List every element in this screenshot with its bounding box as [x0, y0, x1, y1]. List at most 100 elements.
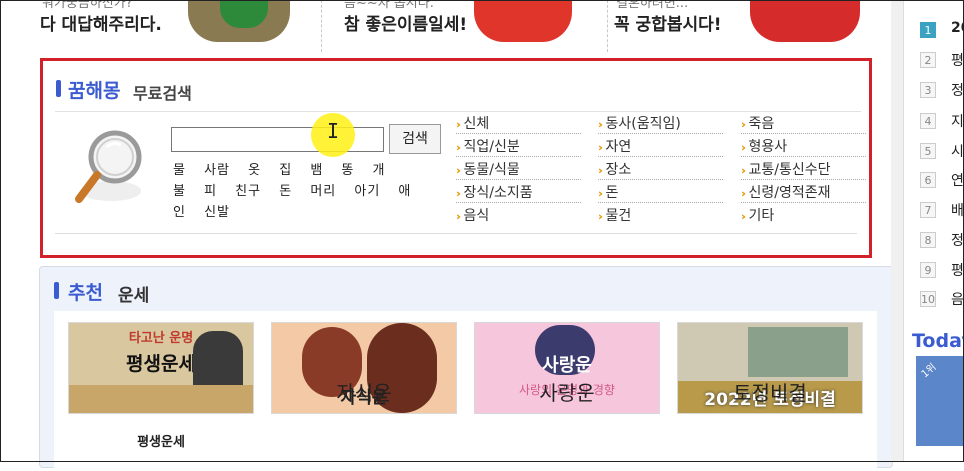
category-link[interactable]: ›› 돈	[598, 182, 723, 203]
category-link[interactable]: ›› 동사(움직임)	[598, 113, 723, 134]
rank-number: 4	[920, 113, 936, 129]
rank-item[interactable]: 정	[951, 80, 964, 100]
category-link[interactable]: ›› 동물/식물	[456, 159, 581, 180]
fortune-label[interactable]: 사랑운	[474, 377, 660, 406]
category-label: 죽음	[748, 116, 775, 132]
text-cursor-icon: I	[327, 119, 340, 143]
search-button[interactable]: 검색	[389, 124, 441, 154]
banner-illustration	[474, 0, 572, 42]
rank-number: 1	[920, 22, 936, 38]
today-heading: Today	[912, 330, 964, 352]
banner-line2: 꼭 궁합봅시다!	[614, 15, 722, 35]
category-link[interactable]: ›› 형용사	[741, 136, 866, 157]
search-title: 꿈해몽	[68, 80, 121, 102]
category-link[interactable]: ›› 장소	[598, 159, 723, 180]
fortune-label[interactable]: 자식운	[271, 377, 457, 406]
arrow-icon: ››	[598, 187, 603, 200]
rank-badge: 1위	[919, 361, 939, 381]
rank-number: 2	[920, 52, 936, 68]
category-link[interactable]: ›› 물건	[598, 205, 723, 226]
arrow-icon: ››	[741, 164, 746, 177]
rank-number: 3	[920, 82, 936, 98]
arrow-icon: ››	[598, 210, 603, 223]
section-marker	[56, 80, 61, 97]
category-link[interactable]: ›› 신체	[456, 113, 581, 134]
banner-line2: 다 대답해주리다.	[40, 15, 162, 35]
arrow-icon: ››	[741, 118, 746, 131]
category-label: 장소	[605, 162, 632, 178]
category-label: 동사(움직임)	[605, 116, 681, 132]
rank-item[interactable]: 연	[951, 170, 964, 190]
keyword-line[interactable]: 불 피 친구 돈 머리 아기 애	[173, 180, 411, 199]
bamboo-illustration	[748, 327, 848, 377]
category-label: 신체	[463, 116, 490, 132]
recommend-title: 추천	[68, 282, 103, 304]
rank-item[interactable]: 평	[951, 260, 964, 280]
banner-compat[interactable]: 결혼하려면... 꼭 궁합봅시다!	[610, 0, 890, 48]
thumb-caption: 사랑운	[542, 355, 592, 376]
fortune-label[interactable]: 토정비결	[677, 377, 863, 406]
category-label: 신령/영적존재	[748, 185, 831, 201]
category-link[interactable]: ›› 죽음	[741, 113, 866, 134]
ground-illustration	[69, 385, 253, 413]
category-label: 기타	[748, 208, 775, 224]
category-label: 물건	[605, 208, 632, 224]
ranking-sidebar: 1 20 2 평 3 정 4 지 5 시 6 연 7 배 8 정 9 평 10 …	[903, 0, 964, 462]
search-subtitle: 무료검색	[133, 84, 192, 103]
arrow-icon: ››	[456, 187, 461, 200]
category-link[interactable]: ›› 기타	[741, 205, 866, 226]
banner-divider	[321, 0, 322, 52]
category-link[interactable]: ›› 직업/신분	[456, 136, 581, 157]
arrow-icon: ››	[456, 141, 461, 154]
section-marker	[54, 282, 59, 299]
rank-number: 5	[920, 143, 936, 159]
keyword-line[interactable]: 인 신발	[173, 201, 230, 220]
category-label: 자연	[605, 139, 632, 155]
rank-number: 10	[920, 291, 936, 307]
arrow-icon: ››	[598, 141, 603, 154]
category-link[interactable]: ›› 장식/소지품	[456, 182, 581, 203]
category-label: 장식/소지품	[463, 185, 533, 201]
fortune-thumb-lifetime[interactable]: 타고난 운명 평생운세	[68, 322, 254, 414]
banner-illustration	[750, 0, 860, 42]
dream-search-panel: 꿈해몽 무료검색 검색 물 사람 옷 집 뱀 똥 개 불 피 친구 돈 머리 아…	[40, 58, 872, 258]
banner-divider	[607, 0, 608, 52]
magnifier-icon	[75, 130, 142, 203]
today-thumbnail[interactable]: 1위	[916, 356, 964, 446]
category-label: 형용사	[748, 139, 788, 155]
category-label: 음식	[463, 208, 490, 224]
rank-item[interactable]: 지	[951, 111, 964, 131]
arrow-icon: ››	[741, 210, 746, 223]
banner-line2: 참 좋은이름일세!	[344, 15, 468, 35]
arrow-icon: ››	[456, 118, 461, 131]
rank-item[interactable]: 시	[951, 141, 964, 161]
rank-item[interactable]: 배	[951, 200, 964, 220]
rank-number: 7	[920, 202, 936, 218]
category-label: 교통/통신수단	[748, 162, 831, 178]
arrow-icon: ››	[456, 210, 461, 223]
arrow-icon: ››	[741, 141, 746, 154]
category-link[interactable]: ›› 자연	[598, 136, 723, 157]
rank-item[interactable]: 20	[951, 20, 964, 36]
recommend-panel: 추천 운세 타고난 운명 평생운세 평생운세 자식운 자식운 사랑운 사랑의 운…	[39, 266, 893, 471]
category-link[interactable]: ›› 교통/통신수단	[741, 159, 866, 180]
fortune-label[interactable]: 평생운세	[68, 431, 254, 450]
arrow-icon: ››	[598, 164, 603, 177]
keyword-line[interactable]: 물 사람 옷 집 뱀 똥 개	[173, 159, 385, 178]
category-link[interactable]: ›› 신령/영적존재	[741, 182, 866, 203]
rank-number: 9	[920, 262, 936, 278]
rank-item[interactable]: 정	[951, 230, 964, 250]
divider	[55, 233, 857, 234]
recommend-subtitle: 운세	[118, 286, 150, 306]
category-link[interactable]: ›› 음식	[456, 205, 581, 226]
rank-item[interactable]: 평	[951, 50, 964, 70]
banner-qna[interactable]: 워가궁금하신가? 다 대답해주리다.	[40, 0, 320, 48]
rank-number: 6	[920, 172, 936, 188]
category-label: 동물/식물	[463, 162, 520, 178]
arrow-icon: ››	[741, 187, 746, 200]
category-label: 돈	[605, 185, 619, 201]
banner-name[interactable]: 음~~자 봅시다. 참 좋은이름일세!	[324, 0, 606, 48]
arrow-icon: ››	[598, 118, 603, 131]
rank-item[interactable]: 음	[951, 289, 964, 309]
rank-number: 8	[920, 232, 936, 248]
